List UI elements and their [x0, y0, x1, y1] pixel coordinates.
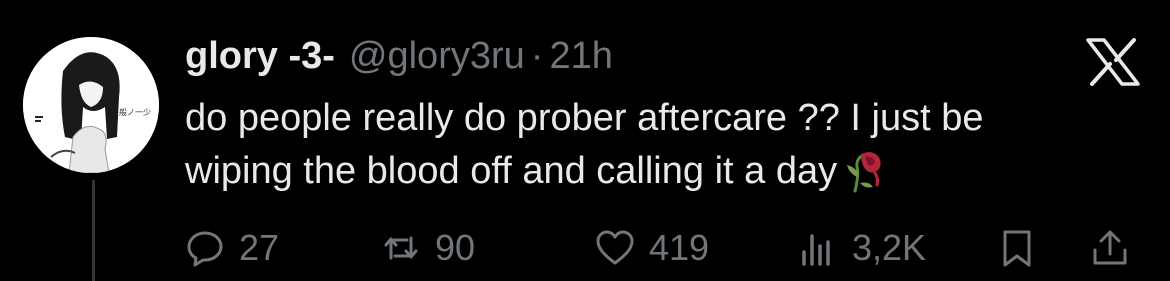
reply-icon	[187, 231, 223, 267]
heart-icon	[596, 230, 634, 265]
avatar-watermark: 般ノ一少	[119, 107, 151, 117]
repost-icon	[384, 236, 418, 260]
like-count: 419	[649, 227, 710, 268]
x-logo-icon	[1086, 38, 1140, 86]
views-count: 3,2K	[852, 227, 927, 268]
bookmark-icon	[1003, 230, 1031, 267]
avatar-image: 般ノ一少	[23, 37, 159, 173]
reply-count: 27	[239, 227, 280, 268]
thread-line	[92, 180, 95, 281]
reply-button[interactable]: 27	[185, 222, 279, 274]
tweet-text: do people really do prober aftercare ?? …	[185, 92, 1145, 198]
wilted-rose-emoji	[847, 152, 881, 193]
timestamp[interactable]: 21h	[549, 35, 612, 78]
tweet-actions: 27 90 419 3,2K	[185, 222, 1145, 274]
like-button[interactable]: 419	[595, 222, 709, 274]
views-button[interactable]: 3,2K	[798, 222, 926, 274]
display-name[interactable]: glory -3-	[185, 35, 335, 78]
separator-dot: ·	[530, 34, 544, 77]
bookmark-button[interactable]	[997, 222, 1037, 274]
tweet-text-line-1: do people really do prober aftercare ?? …	[185, 97, 984, 139]
repost-count: 90	[435, 227, 476, 268]
tweet-text-line-2-words: wiping the blood off and calling it a da…	[185, 150, 838, 192]
repost-button[interactable]: 90	[381, 222, 475, 274]
avatar[interactable]: 般ノ一少	[23, 37, 159, 173]
views-icon	[802, 234, 830, 266]
user-handle[interactable]: @glory3ru	[349, 35, 525, 78]
tweet-text-line-2: wiping the blood off and calling it a da…	[185, 145, 1145, 198]
share-icon	[1093, 230, 1127, 265]
share-button[interactable]	[1090, 222, 1130, 274]
tweet-header: glory -3- @glory3ru · 21h	[185, 30, 613, 82]
